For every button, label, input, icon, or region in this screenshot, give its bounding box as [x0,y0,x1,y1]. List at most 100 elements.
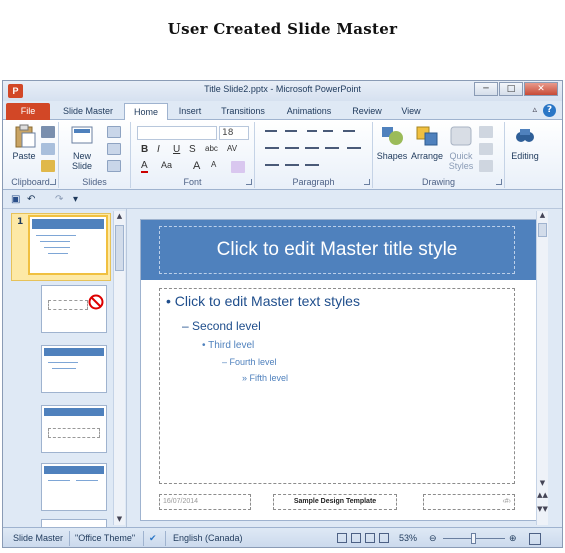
paste-button[interactable]: Paste [9,124,39,161]
thumbnail-header [44,408,104,416]
zoom-level[interactable]: 53% [399,533,417,543]
tab-slide-master[interactable]: Slide Master [55,103,121,120]
shadow-button[interactable]: abc [205,144,218,153]
thumbnail-placeholder [48,300,88,310]
align-left-icon[interactable] [265,147,279,149]
line-spacing-icon[interactable] [343,130,355,132]
shape-effects-icon[interactable] [479,160,493,172]
thumbnail-scrollbar[interactable]: ▲ ▼ [113,211,125,525]
text-direction-icon[interactable] [265,164,279,166]
quick-styles-button[interactable]: Quick Styles [445,124,477,171]
thumbnail-slide-master[interactable] [28,215,108,275]
tab-insert[interactable]: Insert [171,103,209,120]
character-spacing-button[interactable]: AV [227,144,237,153]
format-painter-icon[interactable] [41,160,55,172]
save-icon[interactable]: ▣ [11,194,20,205]
thumbnail-layout-3[interactable] [41,405,107,453]
increase-indent-icon[interactable] [323,130,333,132]
normal-view-icon[interactable] [337,533,347,543]
numbering-icon[interactable] [285,130,297,132]
decrease-indent-icon[interactable] [307,130,317,132]
font-launcher-icon[interactable] [246,179,252,185]
section-icon[interactable] [107,160,121,172]
customize-qat-icon[interactable]: ▾ [73,194,78,205]
grow-font-button[interactable]: A [193,160,200,172]
align-right-icon[interactable] [305,147,319,149]
zoom-slider-thumb[interactable] [471,533,476,544]
zoom-in-icon[interactable]: ⊕ [509,533,517,544]
slide-sorter-view-icon[interactable] [351,533,361,543]
spelling-check-icon[interactable]: ✔ [149,533,157,544]
shrink-font-button[interactable]: A [211,160,216,169]
arrange-button[interactable]: Arrange [409,124,445,161]
font-color-button[interactable]: A [141,160,148,173]
align-center-icon[interactable] [285,147,299,149]
redo-icon[interactable]: ↷ [55,194,63,205]
justify-icon[interactable] [325,147,339,149]
smartart-icon[interactable] [305,164,319,166]
master-text-placeholder[interactable]: • Click to edit Master text styles – Sec… [159,288,515,484]
thumbnail-layout-1[interactable] [41,285,107,333]
scroll-up-icon[interactable]: ▲ [537,211,548,219]
thumbnail-layout-4[interactable] [41,463,107,511]
footer-placeholder[interactable]: Sample Design Template [273,494,397,510]
bullets-icon[interactable] [265,130,277,132]
reading-view-icon[interactable] [365,533,375,543]
editor-scroll-thumb[interactable] [538,223,547,237]
scroll-down-icon[interactable]: ▼ [114,514,125,525]
thumbnail-header [44,348,104,356]
next-slide-icon[interactable]: ▼▼ [537,505,548,513]
zoom-out-icon[interactable]: ⊖ [429,533,437,544]
clipboard-launcher-icon[interactable] [50,179,56,185]
slide-show-view-icon[interactable] [379,533,389,543]
thumbnail-layout-2[interactable] [41,345,107,393]
new-slide-label-1: New [72,151,91,161]
slide-number-placeholder[interactable]: ‹#› [423,494,515,510]
status-language[interactable]: English (Canada) [173,533,243,543]
bold-button[interactable]: B [141,144,148,155]
font-name-combo[interactable] [137,126,217,140]
thumbnail-scroll-thumb[interactable] [115,225,124,271]
date-placeholder[interactable]: 16/07/2014 [159,494,251,510]
font-size-combo[interactable]: 18 [219,126,249,140]
previous-slide-icon[interactable]: ▲▲ [537,491,548,499]
tab-transitions[interactable]: Transitions [215,103,271,120]
tab-view[interactable]: View [393,103,429,120]
shapes-button[interactable]: Shapes [375,124,409,161]
undo-icon[interactable]: ↶ [27,194,35,205]
group-paragraph-label: Paragraph [292,177,335,187]
editing-button[interactable]: Editing [507,124,543,161]
change-case-button[interactable]: Aa [161,160,172,170]
copy-icon[interactable] [41,143,55,155]
paragraph-launcher-icon[interactable] [364,179,370,185]
reset-icon[interactable] [107,143,121,155]
minimize-ribbon-icon[interactable]: ▵ [532,104,537,117]
drawing-launcher-icon[interactable] [496,179,502,185]
shape-outline-icon[interactable] [479,143,493,155]
shape-fill-icon[interactable] [479,126,493,138]
status-separator [69,531,70,546]
columns-icon[interactable] [347,147,361,149]
fit-to-window-icon[interactable] [529,533,541,545]
page-heading: User Created Slide Master [167,20,398,38]
new-slide-button[interactable]: New Slide [67,124,97,171]
close-button[interactable]: ✕ [524,82,558,96]
tab-home[interactable]: Home [124,103,168,121]
italic-button[interactable]: I [157,144,160,155]
tab-animations[interactable]: Animations [279,103,339,120]
align-text-icon[interactable] [285,164,299,166]
layout-icon[interactable] [107,126,121,138]
editor-scrollbar[interactable]: ▲ ▼ ▲▲ ▼▼ [536,211,548,525]
help-icon[interactable]: ? [543,104,556,117]
tab-file[interactable]: File [6,103,50,120]
underline-button[interactable]: U [173,144,180,155]
tab-review[interactable]: Review [347,103,387,120]
scroll-up-icon[interactable]: ▲ [114,211,125,222]
minimize-button[interactable]: ─ [474,82,498,96]
clear-formatting-icon[interactable] [231,161,245,173]
master-title-placeholder[interactable]: Click to edit Master title style [159,226,515,274]
strikethrough-button[interactable]: S [189,144,196,155]
cut-icon[interactable] [41,126,55,138]
scroll-down-icon[interactable]: ▼ [537,479,548,487]
maximize-button[interactable]: □ [499,82,523,96]
